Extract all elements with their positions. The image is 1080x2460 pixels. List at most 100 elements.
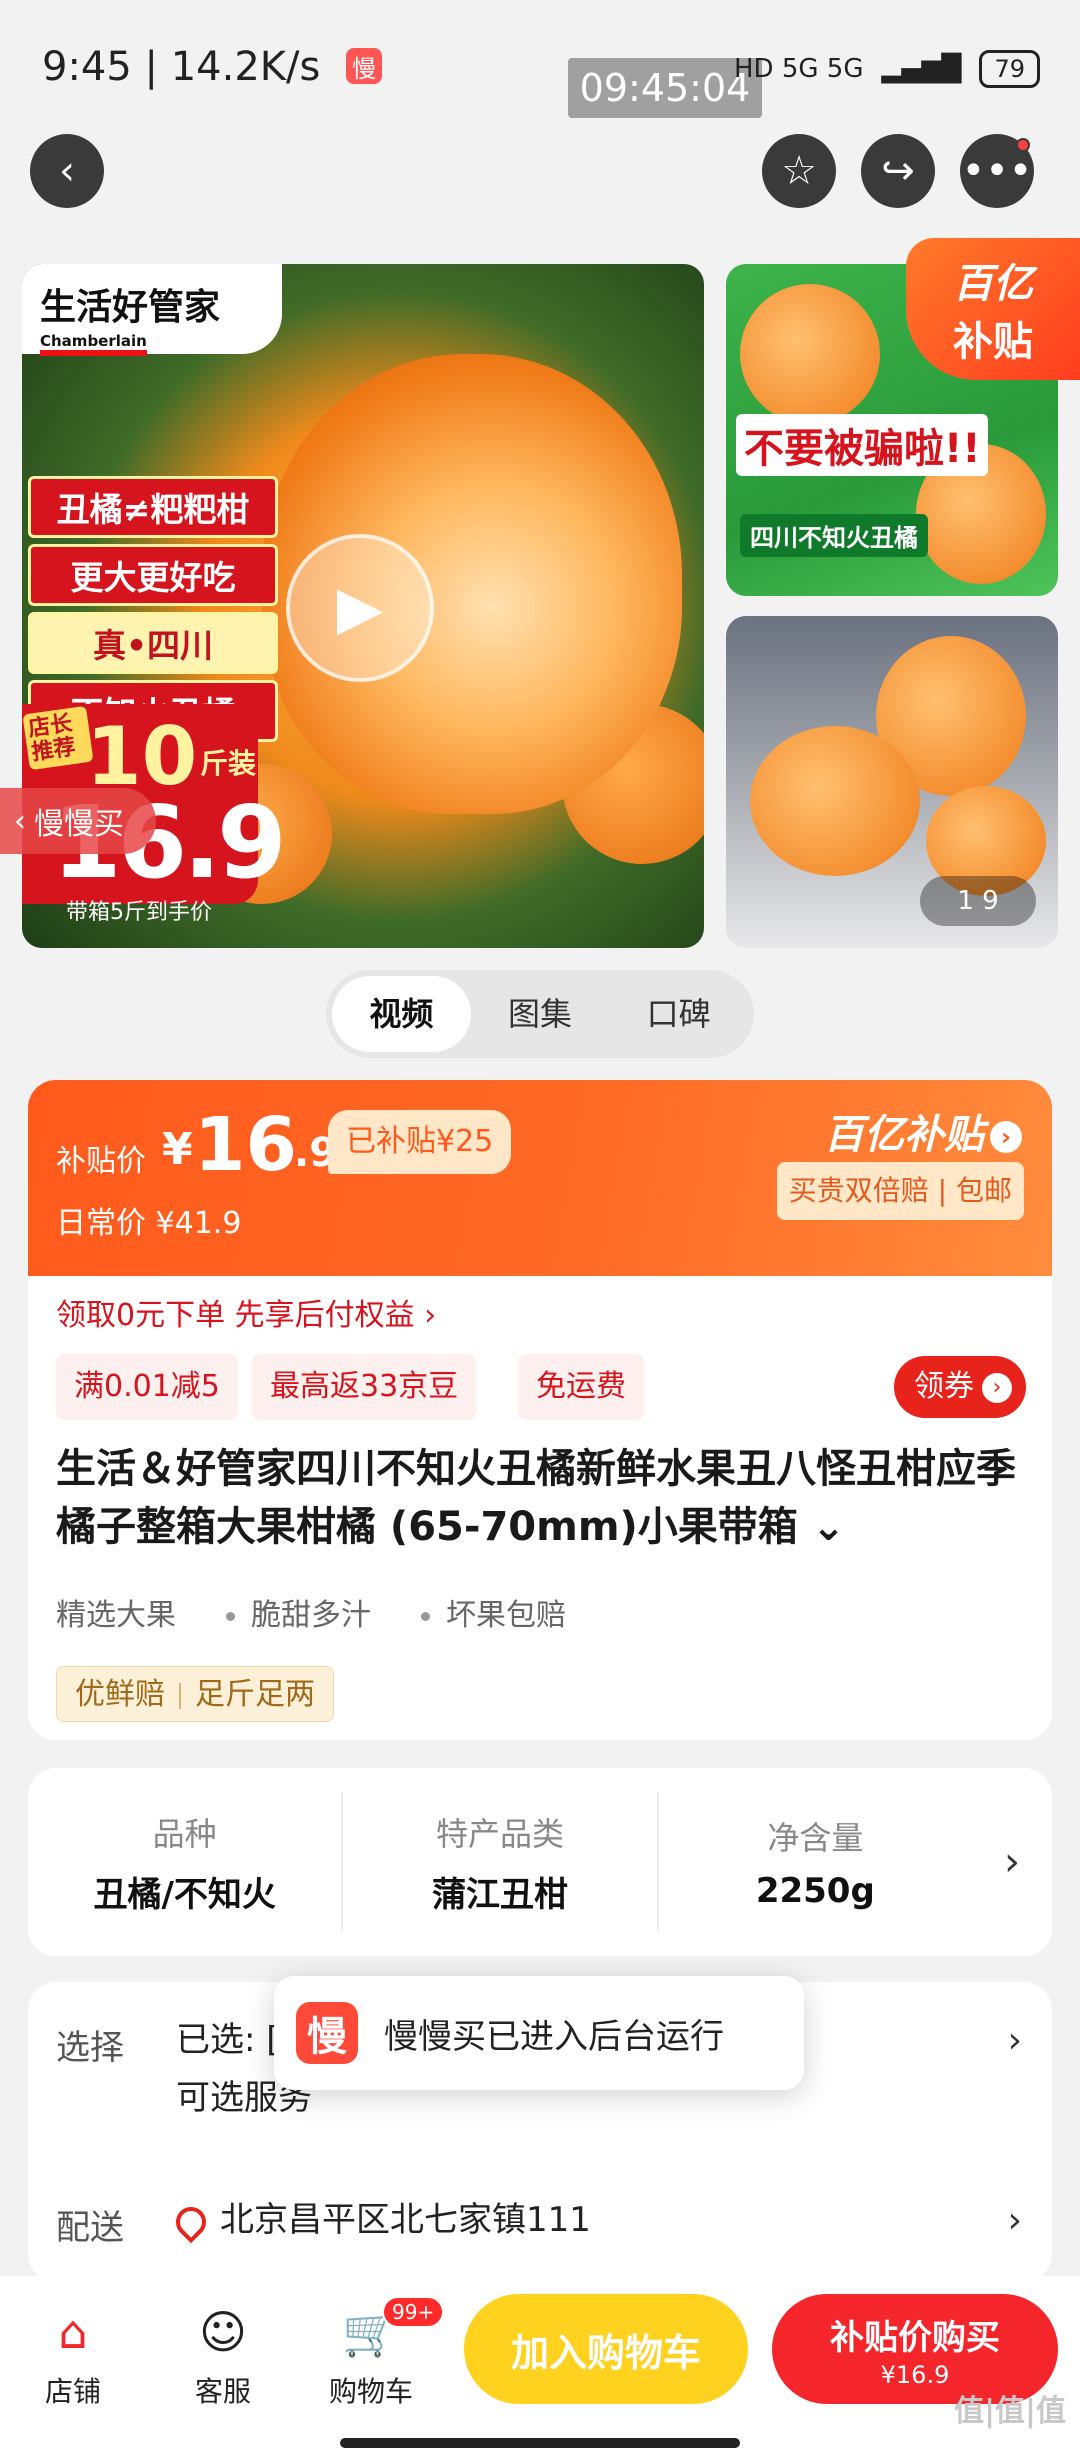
signal-icon: ▂▄▆█ [881,54,962,84]
fresh-guarantee-badge[interactable]: 优鲜赔 足斤足两 [56,1666,334,1722]
bullet-icon [421,1612,430,1621]
feature-label: 脆甜多汁 [251,1598,371,1633]
coupon-tag[interactable]: 免运费 [518,1354,644,1420]
delivery-address[interactable]: 北京昌平区北七家镇111 [169,2192,591,2250]
feature-item: 脆甜多汁 [226,1590,371,1634]
price-currency: ¥ [162,1124,193,1175]
delivery-address-text: 北京昌平区北七家镇111 [220,2200,591,2240]
back-arrow-icon: ‹ [59,148,75,194]
slow-buy-label: 慢慢买 [34,807,124,842]
status-bar: 9:45 | 14.2K/s 慢 09:45:04 HD 5G 5G ▂▄▆█ … [0,0,1080,130]
subsidy-corner-bottom: 补贴 [953,319,1033,365]
weight-unit: 斤装 [200,747,257,780]
feature-label: 坏果包赔 [446,1598,566,1633]
cart-button[interactable]: 🛒 99+ 购物车 [316,2296,445,2410]
get-coupon-label: 领券 [914,1369,974,1404]
price-card: 补贴价 ¥ 16 .9 已补贴¥25 日常价 ¥41.9 百亿补贴 › 买贵双倍赔… [28,1080,1052,1740]
billion-subsidy-link[interactable]: 百亿补贴 › [824,1102,1022,1160]
slow-buy-status-icon: 慢 [346,48,382,84]
back-button[interactable]: ‹ [30,134,104,208]
chevron-right-icon[interactable]: › [1008,2020,1022,2061]
coupon-tag[interactable]: 最高返33京豆 [252,1354,477,1420]
price-integer: 16 [194,1102,297,1188]
orange-decor [740,284,880,424]
add-to-cart-button[interactable]: 加入购物车 [464,2294,748,2404]
location-pin-icon [169,2200,213,2243]
shop-icon: ⌂ [58,2305,88,2359]
background-running-toast: 慢 慢慢买已进入后台运行 [274,1976,804,2090]
feature-item: 坏果包赔 [421,1590,566,1634]
delivery-label: 配送 [56,2208,124,2248]
promo-line: 丑橘≠粑粑柑 [28,476,278,538]
more-button[interactable]: ••• [960,134,1034,208]
promo-line: 真•四川 [28,612,278,674]
tab-gallery[interactable]: 图集 [471,976,610,1052]
image-price-sub: 带箱5斤到手价 [66,900,212,925]
bullet-icon [226,1612,235,1621]
chevron-right-icon[interactable]: › [1008,2200,1022,2241]
favorite-button[interactable]: ☆ [762,134,836,208]
pay-later-link[interactable]: 领取0元下单 先享后付权益 › [56,1290,436,1334]
product-title[interactable]: 生活＆好管家四川不知火丑橘新鲜水果丑八怪丑柑应季橘子整箱大果柑橘 (65-70m… [56,1440,1036,1556]
chevron-right-icon[interactable]: › [972,1839,1052,1885]
shop-button[interactable]: ⌂ 店铺 [18,2302,128,2410]
shop-label: 店铺 [44,2375,101,2408]
star-icon: ☆ [781,148,817,194]
spec-value: 2250g [755,1871,875,1911]
overlay-clock: 09:45:04 [568,58,762,118]
image-counter: 1 9 [920,876,1036,926]
status-time: 9:45 | 14.2K/s [42,44,321,90]
thumbnail-label: 四川不知火丑橘 [740,514,928,557]
full-weight-label: 足斤足两 [195,1677,315,1712]
toast-message: 慢慢买已进入后台运行 [384,2016,724,2057]
slow-buy-tab[interactable]: ‹ 慢慢买 [0,788,156,854]
spec-label: 特产品类 [435,1814,564,1853]
guarantee-badge: 买贵双倍赔 | 包邮 [776,1162,1024,1220]
customer-service-button[interactable]: ☺ 客服 [168,2302,278,2410]
play-video-button[interactable]: ▶ [286,534,434,682]
tab-reviews[interactable]: 口碑 [609,976,748,1052]
status-icons: HD 5G 5G ▂▄▆█ 79 [734,50,1040,88]
play-icon: ▶ [336,573,384,643]
feature-list: 精选大果 脆甜多汁 坏果包赔 [56,1590,566,1634]
share-button[interactable]: ↪ [861,134,935,208]
chevron-left-icon: ‹ [14,803,26,839]
get-coupon-button[interactable]: 领券 › [894,1356,1026,1418]
bottom-action-bar: ⌂ 店铺 ☺ 客服 🛒 99+ 购物车 加入购物车 补贴价购买 ¥16.9 值|… [0,2276,1080,2460]
daily-price: 日常价 ¥41.9 [56,1206,242,1241]
spec-item: 品种 丑橘/不知火 [28,1792,344,1932]
spec-label: 净含量 [767,1819,864,1857]
notification-dot [1016,138,1030,152]
select-label: 选择 [56,2028,124,2068]
subsidy-corner-top: 百亿 [953,261,1033,307]
chevron-right-icon: › [982,1372,1012,1403]
feature-label: 精选大果 [56,1598,176,1633]
battery-icon: 79 [979,50,1040,88]
spec-label: 品种 [152,1814,217,1853]
buy-button-price: ¥16.9 [880,2360,950,2389]
coupon-tag[interactable]: 满0.01减5 [56,1354,238,1420]
spec-card[interactable]: 品种 丑橘/不知火 特产品类 蒲江丑柑 净含量 2250g › [28,1768,1052,1956]
orange-decor [750,726,920,876]
chat-face-icon: ☺ [199,2305,247,2359]
fresh-guarantee-label: 优鲜赔 [75,1677,165,1712]
spec-item: 净含量 2250g [659,1792,972,1932]
customer-service-label: 客服 [194,2375,251,2408]
home-indicator[interactable] [340,2438,740,2448]
watermark-logo: 值|值|值 [954,2394,1066,2429]
brand-logo: 生活好管家 Chamberlain [22,264,282,356]
buy-button-label: 补贴价购买 [830,2317,1000,2358]
brand-name-en: Chamberlain [40,332,147,356]
cart-label: 购物车 [328,2375,413,2408]
slow-buy-app-icon: 慢 [296,2002,358,2064]
subsidized-amount: 已补贴¥25 [328,1110,512,1174]
tab-video[interactable]: 视频 [332,976,471,1052]
network-icon: HD 5G 5G [733,54,864,84]
cart-count-badge: 99+ [382,2296,445,2328]
subsidy-price-label: 补贴价 [56,1144,146,1179]
share-icon: ↪ [881,148,915,194]
billion-subsidy-label: 百亿补贴 [824,1112,984,1158]
thumbnail-banner: 不要被骗啦!! [736,414,989,476]
shop-recommend-tag: 店长推荐 [22,705,94,771]
spec-item: 特产品类 蒲江丑柑 [343,1792,659,1932]
